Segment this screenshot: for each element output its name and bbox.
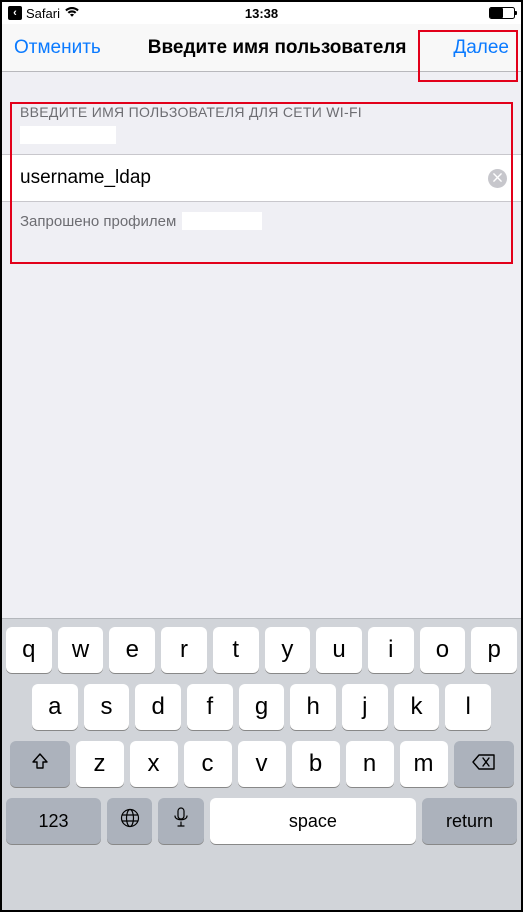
page-title: Введите имя пользователя [148,37,407,59]
next-button[interactable]: Далее [453,37,509,59]
key-v[interactable]: v [238,741,286,787]
key-b[interactable]: b [292,741,340,787]
key-globe[interactable] [107,798,152,844]
key-space[interactable]: space [210,798,416,844]
key-m[interactable]: m [400,741,448,787]
key-y[interactable]: y [265,627,311,673]
status-bar: ‹ Safari 13:38 [2,2,521,24]
back-to-app-icon[interactable]: ‹ [8,6,22,20]
content-area: ВВЕДИТЕ ИМЯ ПОЛЬЗОВАТЕЛЯ ДЛЯ СЕТИ WI-FI … [2,72,521,618]
close-icon [493,169,502,187]
key-t[interactable]: t [213,627,259,673]
key-shift[interactable] [10,741,70,787]
username-row[interactable] [2,154,521,202]
key-h[interactable]: h [290,684,336,730]
keyboard-row-4: 123 space return [6,798,517,844]
key-d[interactable]: d [135,684,181,730]
keyboard-row-3: z x c v b n m [6,741,517,787]
key-u[interactable]: u [316,627,362,673]
redacted-profile-name [182,212,262,230]
status-left: ‹ Safari [8,6,80,21]
key-f[interactable]: f [187,684,233,730]
battery-icon [489,7,515,19]
key-o[interactable]: o [420,627,466,673]
shift-icon [30,750,50,778]
keyboard-row-2: a s d f g h j k l [6,684,517,730]
key-numeric[interactable]: 123 [6,798,101,844]
key-return[interactable]: return [422,798,517,844]
key-j[interactable]: j [342,684,388,730]
key-q[interactable]: q [6,627,52,673]
key-z[interactable]: z [76,741,124,787]
key-g[interactable]: g [239,684,285,730]
nav-bar: Отменить Введите имя пользователя Далее [2,24,521,72]
key-x[interactable]: x [130,741,178,787]
key-n[interactable]: n [346,741,394,787]
key-i[interactable]: i [368,627,414,673]
wifi-icon [64,6,80,21]
keyboard: q w e r t y u i o p a s d f g h j k l z … [2,618,521,910]
microphone-icon [173,807,189,835]
status-right [489,7,515,19]
key-k[interactable]: k [394,684,440,730]
key-a[interactable]: a [32,684,78,730]
key-p[interactable]: p [471,627,517,673]
key-r[interactable]: r [161,627,207,673]
username-input[interactable] [20,167,488,189]
section-header: ВВЕДИТЕ ИМЯ ПОЛЬЗОВАТЕЛЯ ДЛЯ СЕТИ WI-FI [2,72,521,124]
clear-input-button[interactable] [488,169,507,188]
key-c[interactable]: c [184,741,232,787]
key-dictation[interactable] [158,798,203,844]
cancel-button[interactable]: Отменить [14,37,101,59]
globe-icon [119,807,141,835]
status-app-name: Safari [26,6,60,21]
keyboard-row-1: q w e r t y u i o p [6,627,517,673]
key-s[interactable]: s [84,684,130,730]
key-backspace[interactable] [454,741,514,787]
section-footer: Запрошено профилем [2,202,521,240]
backspace-icon [472,750,496,778]
footer-prefix: Запрошено профилем [20,213,176,230]
key-w[interactable]: w [58,627,104,673]
key-l[interactable]: l [445,684,491,730]
redacted-network-name [20,126,116,144]
key-e[interactable]: e [109,627,155,673]
